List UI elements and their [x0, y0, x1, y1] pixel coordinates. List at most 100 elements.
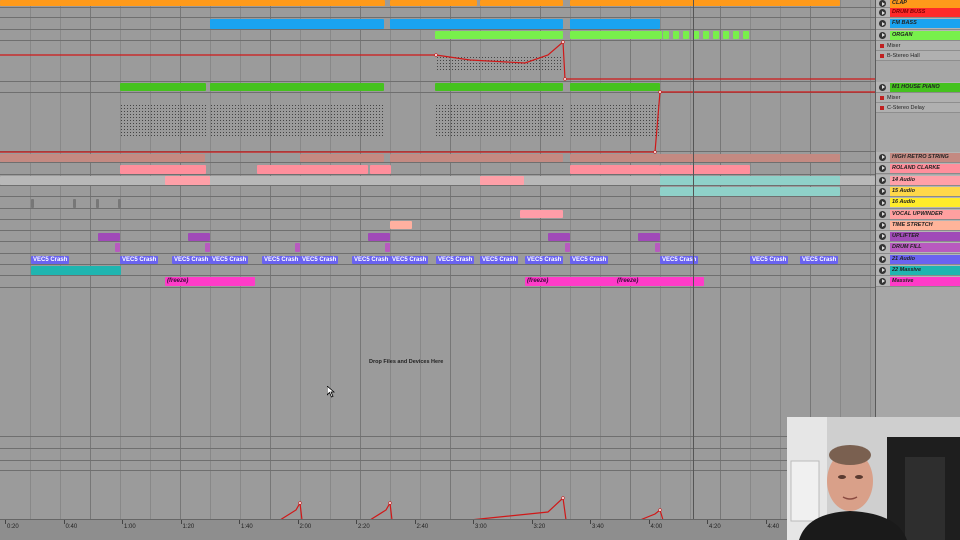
- track-header[interactable]: CLAP: [876, 0, 960, 8]
- timeline-tickmark: [297, 520, 299, 524]
- timeline-tickmark: [356, 520, 357, 524]
- track-name[interactable]: ORGAN: [890, 30, 960, 40]
- track-name[interactable]: FM BASS: [890, 19, 960, 28]
- track-header[interactable]: ROLAND CLARKE: [876, 163, 960, 174]
- piano-automation-device[interactable]: C-Stereo Delay: [876, 103, 960, 113]
- track-header[interactable]: M1 HOUSE PIANO: [876, 82, 960, 93]
- automation-chooser-label: B-Stereo Hall: [887, 52, 920, 59]
- track-header[interactable]: DRUM FILL: [876, 242, 960, 254]
- track-play-icon[interactable]: [879, 187, 886, 195]
- track-play-icon[interactable]: [879, 176, 886, 184]
- timeline-tickmark: [180, 520, 182, 524]
- track-play-icon[interactable]: [879, 244, 886, 251]
- timeline-label: 2:00: [299, 524, 312, 530]
- track-play-icon[interactable]: [879, 221, 886, 229]
- timeline-label: 1:40: [241, 524, 253, 530]
- track-play-icon[interactable]: [879, 255, 886, 263]
- track-play-icon[interactable]: [879, 9, 886, 16]
- track-name[interactable]: Massive: [890, 276, 960, 286]
- timeline-label: 2:40: [416, 524, 429, 530]
- timeline-label: 4:40: [767, 524, 780, 530]
- track-play-icon[interactable]: [879, 232, 886, 240]
- webcam-overlay: [787, 417, 960, 540]
- track-name[interactable]: DRUM FILL: [890, 243, 960, 252]
- track-header[interactable]: TIME STRETCH: [876, 220, 960, 231]
- device-square-icon: [880, 95, 884, 100]
- track-play-icon[interactable]: [879, 199, 886, 206]
- timeline-tickmark: [122, 520, 123, 524]
- timeline-tickmark: [63, 520, 65, 524]
- timeline-tickmark: [531, 520, 533, 524]
- automation-chooser-label: C-Stereo Delay: [887, 104, 925, 111]
- timeline-label: 4:00: [650, 524, 663, 530]
- track-name[interactable]: DRUM BUSS: [890, 8, 960, 17]
- device-square-icon: [880, 43, 884, 48]
- timeline-label: 0:40: [65, 524, 78, 530]
- timeline-tickmark: [5, 520, 6, 524]
- track-header[interactable]: VOCAL UPWINDER: [876, 209, 960, 220]
- track-header[interactable]: 15 Audio: [876, 186, 960, 197]
- track-play-icon[interactable]: [879, 20, 886, 27]
- timeline-label: 1:20: [182, 524, 195, 530]
- timeline-tickmark: [765, 520, 767, 524]
- track-play-icon[interactable]: [879, 164, 886, 172]
- track-header[interactable]: 16 Audio: [876, 197, 960, 209]
- timeline-label: 3:20: [533, 524, 546, 530]
- track-name[interactable]: CLAP: [890, 0, 960, 8]
- timeline-ruler[interactable]: 0:20 0:40 1:00 1:20 1:40 2:00 2:20 2:40 3:00 3:20…: [0, 519, 875, 540]
- track-header[interactable]: DRUM BUSS: [876, 8, 960, 18]
- timeline-label: 0:20: [7, 524, 19, 530]
- automation-chooser-label: Mixer: [887, 94, 901, 101]
- timeline-tickmark: [239, 520, 240, 524]
- device-square-icon: [880, 53, 884, 58]
- track-play-icon[interactable]: [879, 31, 886, 39]
- piano-automation-mixer[interactable]: Mixer: [876, 93, 960, 103]
- track-name[interactable]: TIME STRETCH: [890, 220, 960, 230]
- track-name[interactable]: HIGH RETRO STRING: [890, 152, 960, 162]
- track-play-icon[interactable]: [879, 210, 886, 218]
- track-name[interactable]: ROLAND CLARKE: [890, 163, 960, 173]
- organ-automation-device[interactable]: B-Stereo Hall: [876, 51, 960, 61]
- track-header[interactable]: 14 Audio: [876, 175, 960, 186]
- timeline-label: 3:00: [475, 524, 487, 530]
- timeline-tickmark: [648, 520, 650, 524]
- track-name[interactable]: VOCAL UPWINDER: [890, 209, 960, 219]
- track-header[interactable]: FM BASS: [876, 18, 960, 30]
- piano-automation-line: [0, 91, 875, 153]
- presenter-video: [787, 417, 960, 540]
- track-header[interactable]: UPLIFTER: [876, 231, 960, 242]
- track-header[interactable]: 21 Audio: [876, 254, 960, 265]
- timeline-label: 1:00: [124, 524, 136, 530]
- organ-automation-line: [0, 40, 875, 80]
- timeline-tickmark: [707, 520, 708, 524]
- master-automation-line: [0, 496, 875, 521]
- track-play-icon[interactable]: [879, 153, 886, 161]
- track-play-icon[interactable]: [879, 83, 886, 91]
- timeline-label: 4:20: [709, 524, 721, 530]
- track-header[interactable]: HIGH RETRO STRING: [876, 152, 960, 163]
- timeline-tickmark: [473, 520, 474, 524]
- track-header[interactable]: 22 Massive: [876, 265, 960, 276]
- track-name[interactable]: M1 HOUSE PIANO: [890, 82, 960, 92]
- track-header[interactable]: ORGAN: [876, 30, 960, 41]
- timeline-label: 2:20: [358, 524, 370, 530]
- mouse-cursor-icon: [327, 386, 335, 398]
- track-play-icon[interactable]: [879, 277, 886, 285]
- automation-chooser-label: Mixer: [887, 42, 901, 49]
- automation-envelopes: [0, 40, 875, 521]
- track-play-icon[interactable]: [879, 0, 886, 7]
- arrangement-view[interactable]: VEC5 Crash 0 VEC5 Crash 0 VEC5 Crash 0 VEC5…: [0, 0, 875, 540]
- track-name[interactable]: 21 Audio: [890, 254, 960, 264]
- timeline-tickmark: [414, 520, 416, 524]
- playhead-line: [693, 0, 694, 520]
- device-square-icon: [880, 105, 884, 110]
- organ-automation-mixer[interactable]: Mixer: [876, 41, 960, 51]
- track-name[interactable]: 22 Massive: [890, 265, 960, 275]
- track-name[interactable]: 14 Audio: [890, 175, 960, 185]
- track-name[interactable]: UPLIFTER: [890, 231, 960, 241]
- track-name[interactable]: 16 Audio: [890, 198, 960, 207]
- track-header[interactable]: Massive: [876, 276, 960, 287]
- drop-files-hint[interactable]: Drop Files and Devices Here: [369, 359, 443, 365]
- track-play-icon[interactable]: [879, 266, 886, 274]
- track-name[interactable]: 15 Audio: [890, 186, 960, 196]
